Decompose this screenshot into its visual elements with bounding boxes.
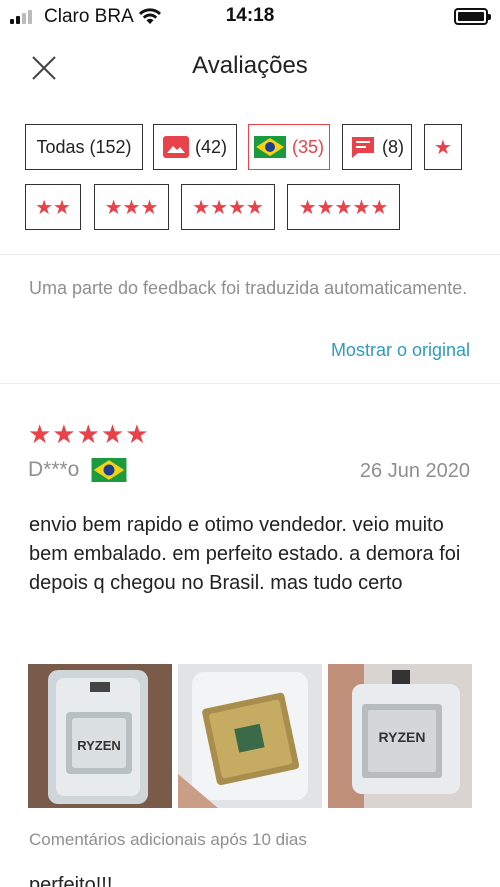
review-rating-stars: ★★★★★ <box>28 419 150 449</box>
filter-all-label: Todas (152) <box>36 136 132 157</box>
brazil-flag-icon <box>253 136 286 158</box>
reviewer-info: D***o <box>28 458 127 482</box>
comment-icon <box>352 137 374 158</box>
translation-note: Uma parte do feedback foi traduzida auto… <box>29 278 468 298</box>
brazil-flag-icon <box>91 458 127 482</box>
product-photo-ryzen-chip: RYZEN <box>328 664 472 808</box>
star-icon: ★ <box>434 136 452 159</box>
filter-brazil-label: (35) <box>291 136 324 157</box>
clock: 14:18 <box>225 5 275 26</box>
review-photo-1[interactable]: RYZEN <box>28 664 172 808</box>
filter-with-comments[interactable]: (8) <box>342 124 412 170</box>
filter-2-stars[interactable]: ★★ <box>25 184 81 230</box>
battery-icon <box>454 8 491 25</box>
product-photo-ryzen-box: RYZEN <box>28 664 172 808</box>
show-original-link[interactable]: Mostrar o original <box>331 340 470 361</box>
photo-1-caption: RYZEN <box>77 738 121 753</box>
filter-with-photos[interactable]: (42) <box>153 124 237 170</box>
filter-3-stars[interactable]: ★★★ <box>94 184 169 230</box>
filter-all[interactable]: Todas (152) <box>25 124 143 170</box>
filter-brazil[interactable]: (35) <box>248 124 330 170</box>
additional-comments-label: Comentários adicionais após 10 dias <box>29 830 307 849</box>
status-bar: Claro BRA 14:18 <box>0 0 500 34</box>
star-icon: ★★★★ <box>192 196 264 219</box>
header: Avaliações <box>0 34 500 100</box>
review-date: 26 Jun 2020 <box>359 460 470 482</box>
product-photo-cpu-pins <box>178 664 322 808</box>
page-title: Avaliações <box>192 52 308 79</box>
filter-5-stars[interactable]: ★★★★★ <box>287 184 400 230</box>
star-icon: ★★★ <box>104 196 159 219</box>
review-text: envio bem rapido e otimo vendedor. veio … <box>29 514 461 594</box>
reviewer-name: D***o <box>28 458 80 481</box>
filter-with-photos-label: (42) <box>194 136 227 157</box>
review-photo-2[interactable] <box>178 664 322 808</box>
divider <box>0 383 500 384</box>
filter-1-star[interactable]: ★ <box>424 124 462 170</box>
photo-3-caption: RYZEN <box>379 729 426 745</box>
divider <box>0 254 500 255</box>
filter-with-comments-label: (8) <box>382 136 404 157</box>
filter-4-stars[interactable]: ★★★★ <box>181 184 275 230</box>
additional-comments-text: perfeito!!! <box>29 874 113 887</box>
star-icon: ★★ <box>35 196 71 219</box>
star-icon: ★★★★★ <box>298 196 389 219</box>
review-photo-3[interactable]: RYZEN <box>328 664 472 808</box>
photo-icon <box>162 136 189 158</box>
